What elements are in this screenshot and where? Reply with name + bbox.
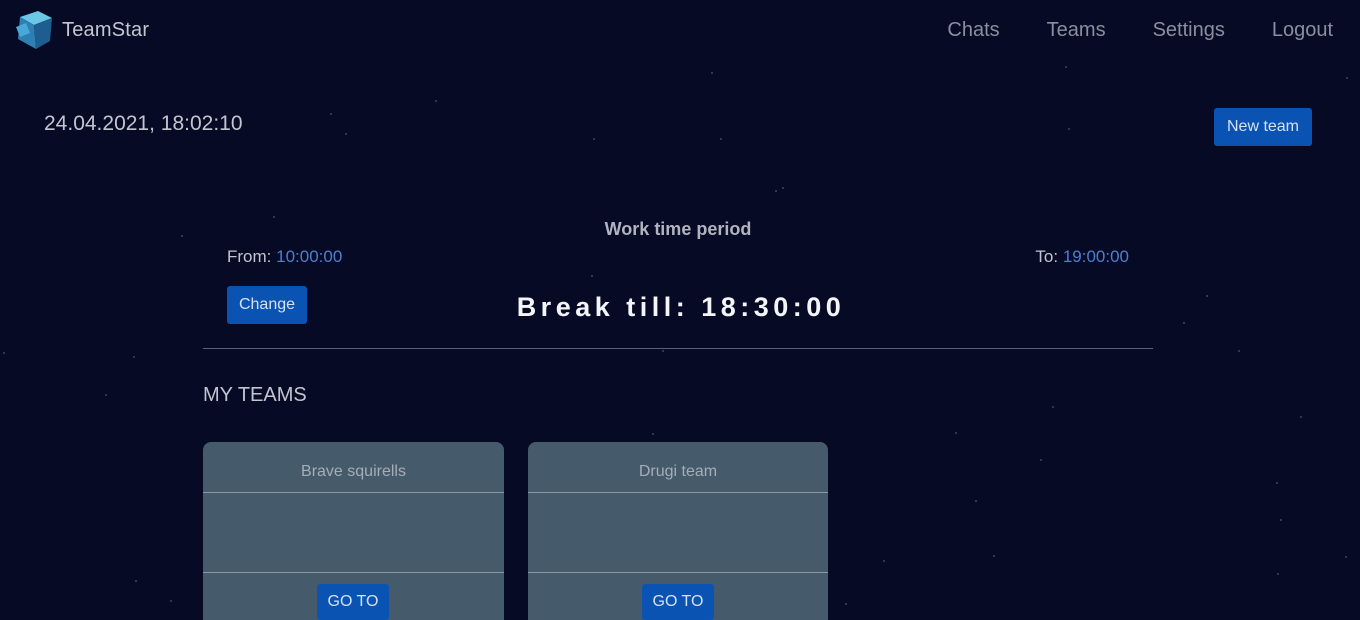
nav-link-teams[interactable]: Teams bbox=[1047, 19, 1106, 42]
from-value: 10:00:00 bbox=[276, 247, 343, 266]
to-value: 19:00:00 bbox=[1062, 247, 1129, 266]
divider bbox=[203, 348, 1153, 349]
star-dot bbox=[955, 432, 957, 434]
star-dot bbox=[1280, 519, 1282, 521]
star-dot bbox=[662, 350, 664, 352]
star-dot bbox=[1040, 459, 1042, 461]
team-card-title: Brave squirells bbox=[203, 442, 504, 493]
work-time-to: To: 19:00:00 bbox=[1035, 247, 1129, 267]
break-status: Break till: 18:30:00 bbox=[516, 292, 846, 322]
brand[interactable]: TeamStar bbox=[14, 9, 149, 51]
nav-link-settings[interactable]: Settings bbox=[1153, 19, 1225, 42]
nav-link-chats[interactable]: Chats bbox=[947, 19, 999, 42]
cube-logo-icon bbox=[16, 11, 52, 49]
team-card: Brave squirells GO TO bbox=[203, 442, 504, 620]
star-dot bbox=[591, 275, 593, 277]
team-card-body bbox=[203, 493, 504, 573]
star-dot bbox=[652, 433, 654, 435]
work-time-title: Work time period bbox=[604, 219, 752, 239]
nav-links: Chats Teams Settings Logout bbox=[900, 19, 1333, 42]
new-team-button[interactable]: New team bbox=[1214, 108, 1312, 146]
current-datetime: 24.04.2021, 18:02:10 bbox=[44, 112, 243, 135]
star-dot bbox=[273, 216, 275, 218]
star-dot bbox=[133, 356, 135, 358]
star-dot bbox=[135, 580, 137, 582]
go-to-button[interactable]: GO TO bbox=[642, 584, 714, 620]
from-label: From: bbox=[227, 247, 272, 266]
star-dot bbox=[775, 190, 777, 192]
star-dot bbox=[330, 113, 332, 115]
star-dot bbox=[345, 133, 347, 135]
my-teams-heading: MY TEAMS bbox=[203, 384, 307, 406]
star-dot bbox=[845, 603, 847, 605]
star-dot bbox=[883, 560, 885, 562]
nav-link-logout[interactable]: Logout bbox=[1272, 19, 1333, 42]
star-dot bbox=[1276, 482, 1278, 484]
star-dot bbox=[720, 138, 722, 140]
star-dot bbox=[593, 138, 595, 140]
star-dot bbox=[435, 100, 437, 102]
star-dot bbox=[105, 394, 107, 396]
team-card-body bbox=[528, 493, 828, 573]
work-time-from: From: 10:00:00 bbox=[227, 247, 342, 267]
star-dot bbox=[1345, 556, 1347, 558]
star-dot bbox=[1238, 350, 1240, 352]
star-dot bbox=[1068, 128, 1070, 130]
brand-name: TeamStar bbox=[62, 18, 150, 41]
star-dot bbox=[1300, 416, 1302, 418]
star-dot bbox=[711, 72, 713, 74]
navbar: TeamStar Chats Teams Settings Logout bbox=[0, 0, 1360, 62]
to-label: To: bbox=[1035, 247, 1059, 266]
star-dot bbox=[3, 352, 5, 354]
star-dot bbox=[975, 500, 977, 502]
go-to-button[interactable]: GO TO bbox=[317, 584, 389, 620]
star-dot bbox=[170, 600, 172, 602]
star-dot bbox=[1052, 406, 1054, 408]
star-dot bbox=[1277, 573, 1279, 575]
team-card-title: Drugi team bbox=[528, 442, 828, 493]
team-card: Drugi team GO TO bbox=[528, 442, 828, 620]
star-dot bbox=[1065, 66, 1067, 68]
star-dot bbox=[1346, 77, 1348, 79]
star-dot bbox=[993, 555, 995, 557]
star-dot bbox=[782, 187, 784, 189]
